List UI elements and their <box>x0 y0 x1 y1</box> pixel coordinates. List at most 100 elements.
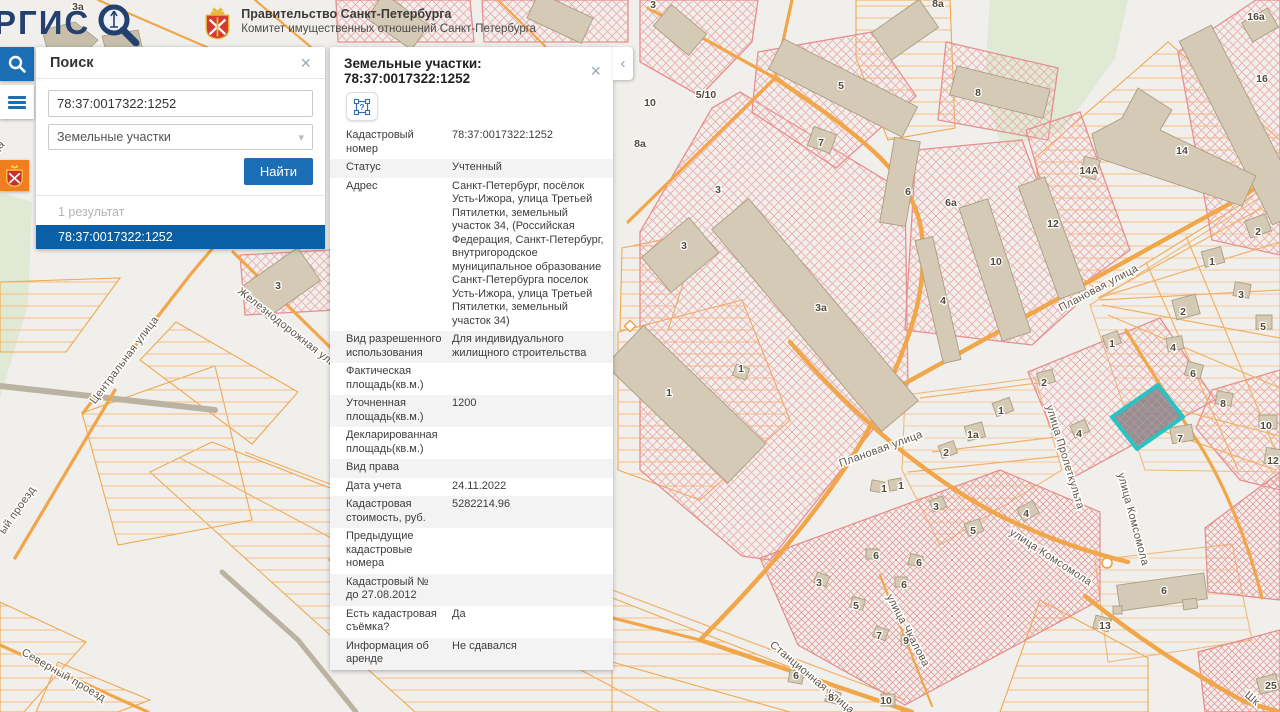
attribute-value: Не сдавался <box>452 638 613 670</box>
spb-emblem-icon <box>5 164 24 187</box>
parcel-number-label: 3 <box>1238 289 1244 301</box>
parcel-number-label: 5 <box>1260 321 1266 333</box>
parcel-number-label: 4 <box>1023 508 1029 520</box>
menu-button[interactable] <box>0 85 34 119</box>
attribute-label: Дата учета <box>330 478 452 497</box>
attribute-label: Информация об аренде <box>330 638 452 670</box>
attribute-row: Вид права <box>330 459 613 478</box>
parcel-number-label: 3 <box>681 240 687 252</box>
emblem-layer-button[interactable] <box>0 160 29 191</box>
search-panel-close-button[interactable]: × <box>298 56 313 70</box>
info-panel-collapse-button[interactable]: ‹ <box>613 47 633 80</box>
info-panel-close-button[interactable]: × <box>588 64 603 78</box>
parcel-number-label: 6 <box>873 550 879 562</box>
attribute-row: СтатусУчтенный <box>330 159 613 178</box>
layer-select[interactable]: Земельные участки ▾ <box>48 124 313 150</box>
parcel-number-label: 2 <box>1180 306 1186 318</box>
attribute-row: АдресСанкт-Петербург, посёлок Усть-Ижора… <box>330 178 613 332</box>
identify-area-button[interactable]: ? <box>346 92 378 121</box>
parcel-number-label: 7 <box>876 630 882 642</box>
attribute-value <box>452 459 613 478</box>
attribute-row: Фактическая площадь(кв.м.) <box>330 363 613 395</box>
parcel-number-label: 3 <box>650 0 656 11</box>
parcel-number-label: 3 <box>715 184 721 196</box>
attribute-label: Кадастровый номер <box>330 127 452 159</box>
attribute-label: Вид права <box>330 459 452 478</box>
parcel-number-label: 14А <box>1079 165 1099 177</box>
parcel-number-label: 8а <box>634 138 646 150</box>
parcel-number-label: 6 <box>901 579 907 591</box>
parcel-number-label: 16 <box>1256 73 1268 85</box>
parcel-number-label: 7 <box>1177 433 1183 445</box>
parcel-number-label: 12 <box>1047 218 1059 230</box>
attribute-label: Вид разрешенного использования <box>330 331 452 363</box>
parcel-number-label: 6а <box>945 197 957 209</box>
parcel-number-label: 8 <box>828 692 834 704</box>
parcel-number-label: 3 <box>816 577 822 589</box>
parcel-number-label: 8 <box>1220 398 1226 410</box>
parcel-number-label: 8 <box>975 87 981 99</box>
attribute-value: Да <box>452 606 613 638</box>
attribute-label: Декларированная площадь(кв.м.) <box>330 427 452 459</box>
attribute-value: 24.11.2022 <box>452 478 613 497</box>
search-tool-button[interactable] <box>0 47 34 81</box>
parcel-number-label: 1а <box>967 429 979 441</box>
parcel-number-label: 6 <box>793 670 799 682</box>
attribute-value <box>452 574 613 606</box>
parcel-number-label: 1 <box>738 363 744 375</box>
parcel-number-label: 1 <box>881 483 887 495</box>
parcel-number-label: 5/10 <box>696 89 717 101</box>
parcel-number-label: 4 <box>1170 342 1176 354</box>
parcel-number-label: 1 <box>898 480 904 492</box>
parcel-number-label: 4 <box>1076 428 1082 440</box>
parcel-number-label: 3 <box>275 280 281 292</box>
search-panel-header: Поиск × <box>36 47 325 79</box>
attribute-row: Декларированная площадь(кв.м.) <box>330 427 613 459</box>
parcel-number-label: 1 <box>1109 338 1115 350</box>
parcel-number-label: 16а <box>1247 11 1265 23</box>
parcel-number-label: 9 <box>903 635 909 647</box>
parcel-number-label: 10 <box>644 97 656 109</box>
attribute-row: Кадастровая стоимость, руб.5282214.96 <box>330 496 613 528</box>
attribute-value <box>452 528 613 574</box>
parcel-number-label: 25 <box>1265 680 1277 692</box>
attribute-row: Кадастровый № до 27.08.2012 <box>330 574 613 606</box>
parcel-number-label: 8а <box>932 0 944 10</box>
attribute-row: Дата учета24.11.2022 <box>330 478 613 497</box>
find-button[interactable]: Найти <box>244 158 313 185</box>
chevron-down-icon: ▾ <box>298 131 304 144</box>
attributes-table: Кадастровый номер78:37:0017322:1252Стату… <box>330 127 613 670</box>
search-results: 1 результат 78:37:0017322:1252 <box>36 195 325 249</box>
search-query-input[interactable] <box>48 90 313 117</box>
parcel-number-label: 2 <box>1041 377 1047 389</box>
attribute-row: Кадастровый номер78:37:0017322:1252 <box>330 127 613 159</box>
parcel-number-label: 3а <box>72 1 84 13</box>
svg-text:?: ? <box>359 102 364 112</box>
hamburger-icon <box>8 94 26 111</box>
info-panel-header: Земельные участки: 78:37:0017322:1252 × <box>330 47 613 90</box>
info-panel-title: Земельные участки: 78:37:0017322:1252 <box>344 56 588 86</box>
parcel-number-label: 10 <box>990 256 1002 268</box>
parcel-number-label: 13 <box>1099 620 1111 632</box>
parcel-number-label: 6 <box>1190 368 1196 380</box>
parcel-number-label: 2 <box>943 447 949 459</box>
search-result-item[interactable]: 78:37:0017322:1252 <box>36 225 325 249</box>
attribute-value: 1200 <box>452 395 613 427</box>
parcel-number-label: 3 <box>933 501 939 513</box>
search-form: Земельные участки ▾ Найти <box>36 79 325 195</box>
attribute-label: Статус <box>330 159 452 178</box>
parcel-number-label: 2 <box>1255 226 1261 238</box>
parcel-number-label: 1 <box>666 387 672 399</box>
parcel-number-label: 12 <box>1267 455 1279 467</box>
attribute-row: Предыдущие кадастровые номера <box>330 528 613 574</box>
parcel-number-label: 10 <box>880 695 892 707</box>
attribute-value: Санкт-Петербург, посёлок Усть-Ижора, ули… <box>452 178 613 332</box>
attribute-label: Кадастровый № до 27.08.2012 <box>330 574 452 606</box>
attribute-row: Уточненная площадь(кв.м.)1200 <box>330 395 613 427</box>
results-list: 78:37:0017322:1252 <box>36 225 325 249</box>
parcel-number-label: 1 <box>1209 256 1215 268</box>
attribute-label: Кадастровая стоимость, руб. <box>330 496 452 528</box>
attribute-value: 5282214.96 <box>452 496 613 528</box>
search-panel-title: Поиск <box>50 55 94 71</box>
attribute-value <box>452 363 613 395</box>
